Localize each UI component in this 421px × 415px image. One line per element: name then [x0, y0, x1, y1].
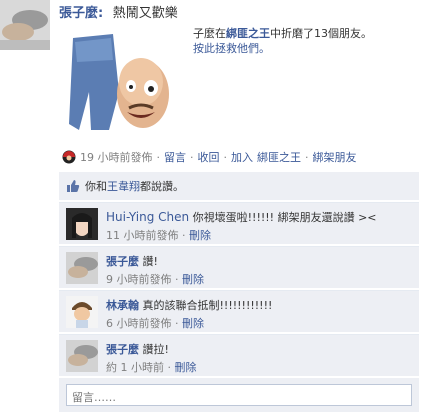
- commenter-name[interactable]: 張子麼: [106, 343, 139, 356]
- comment-time[interactable]: 約 1 小時前: [106, 361, 164, 374]
- delete-link[interactable]: 刪除: [182, 273, 204, 286]
- comment-item: Hui-Ying Chen 你視壞蛋啦!!!!!! 綁架朋友還說讚 >< 11 …: [59, 202, 419, 244]
- poster-name[interactable]: 張子麼:: [59, 6, 103, 21]
- comment-time[interactable]: 9 小時前發佈: [106, 273, 172, 286]
- story-prefix: 子麼在: [193, 27, 226, 40]
- comment-composer: 留言……: [59, 378, 419, 412]
- poster-avatar[interactable]: [0, 0, 50, 50]
- commenter-avatar[interactable]: [66, 340, 98, 372]
- story-suffix: 中折磨了13個朋友。: [270, 27, 372, 40]
- thumbs-up-icon: [66, 179, 80, 193]
- join-link[interactable]: 加入: [231, 149, 253, 165]
- app-name-link[interactable]: 綁匪之王: [257, 149, 301, 165]
- delete-link[interactable]: 刪除: [175, 361, 197, 374]
- comment-text: 真的該聯合抵制!!!!!!!!!!!!: [142, 299, 273, 312]
- comment-item: 林承翰 真的該聯合抵制!!!!!!!!!!!! 6 小時前發佈 · 刪除: [59, 290, 419, 332]
- kidnap-friends-link[interactable]: 綁架朋友: [313, 149, 357, 165]
- comment-link[interactable]: 留言: [164, 149, 186, 165]
- app-story-image[interactable]: [69, 32, 175, 136]
- comment-text: 你視壞蛋啦!!!!!! 綁架朋友還說讚 ><: [192, 211, 377, 224]
- post-time[interactable]: 19 小時前發佈: [80, 149, 153, 165]
- comment-item: 張子麼 讚拉! 約 1 小時前 · 刪除: [59, 334, 419, 376]
- comment-item: 張子麼 讚! 9 小時前發佈 · 刪除: [59, 246, 419, 288]
- comment-text: 讚!: [142, 255, 158, 268]
- commenter-avatar[interactable]: [66, 252, 98, 284]
- comment-time[interactable]: 6 小時前發佈: [106, 317, 172, 330]
- delete-link[interactable]: 刪除: [182, 317, 204, 330]
- commenter-name[interactable]: Hui-Ying Chen: [106, 210, 189, 224]
- likes-suffix: 都說讚。: [140, 180, 184, 193]
- commenter-name[interactable]: 張子麼: [106, 255, 139, 268]
- comment-time[interactable]: 11 小時前發佈: [106, 229, 179, 242]
- commenter-name[interactable]: 林承翰: [106, 299, 139, 312]
- commenter-avatar[interactable]: [66, 208, 98, 240]
- delete-link[interactable]: 刪除: [189, 229, 211, 242]
- commenter-avatar[interactable]: [66, 296, 98, 328]
- unlike-link[interactable]: 收回: [198, 149, 220, 165]
- comment-input[interactable]: 留言……: [66, 384, 412, 406]
- app-link[interactable]: 綁匪之王: [226, 27, 270, 40]
- app-icon: [62, 150, 76, 164]
- liker-name[interactable]: 王韋翔: [107, 180, 140, 193]
- rescue-link[interactable]: 按此拯救他們。: [193, 41, 418, 56]
- comment-text: 讚拉!: [142, 343, 169, 356]
- likes-prefix: 你和: [85, 180, 107, 193]
- status-text: 熱鬧又歡樂: [112, 6, 178, 21]
- likes-box: 你和王韋翔都說讚。: [59, 172, 419, 200]
